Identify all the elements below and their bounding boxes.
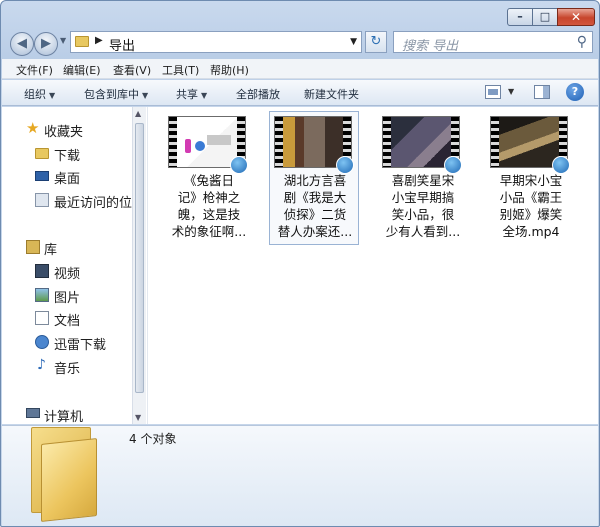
sidebar-item-label: 迅雷下载 — [54, 338, 107, 353]
preview-pane-icon[interactable] — [534, 85, 550, 99]
sidebar-item-computer[interactable]: 计算机 — [2, 403, 132, 424]
recent-pages-dropdown[interactable]: ▼ — [60, 36, 66, 45]
scrollbar-thumb[interactable] — [135, 123, 144, 393]
navigation-pane: ★ 收藏夹 下载 桌面 最近访问的位 库 视频 图片 文档 迅雷下载 ♪ 音乐 … — [2, 107, 147, 424]
file-name: 早期宋小宝 小品《霸王 别姬》爆笑 全场.mp4 — [499, 173, 563, 239]
thunder-download-icon — [35, 335, 49, 349]
sidebar-item-label: 计算机 — [44, 410, 84, 424]
play-all-button[interactable]: 全部播放 — [236, 86, 280, 102]
include-in-library-label: 包含到库中 — [84, 88, 139, 101]
star-icon: ★ — [26, 119, 40, 137]
minimize-icon: – — [517, 10, 523, 23]
sidebar-item-thunder-download[interactable]: 迅雷下载 — [2, 331, 132, 353]
film-strip-icon — [491, 117, 499, 167]
film-strip-icon — [383, 117, 391, 167]
sidebar-item-label: 下载 — [54, 149, 81, 164]
menu-edit[interactable]: 编辑(E) — [63, 62, 101, 78]
close-icon: ✕ — [570, 10, 582, 24]
documents-library-icon — [35, 311, 49, 325]
computer-icon — [26, 408, 40, 418]
desktop-icon — [35, 171, 49, 181]
change-view-icon[interactable] — [485, 85, 501, 99]
help-icon[interactable]: ? — [566, 83, 584, 101]
thumbnail-image — [283, 117, 343, 167]
sidebar-item-label: 音乐 — [54, 362, 81, 377]
maximize-icon: □ — [539, 10, 551, 23]
sidebar-item-label: 收藏夹 — [44, 125, 84, 140]
sidebar-item-pictures[interactable]: 图片 — [2, 284, 132, 306]
back-arrow-icon: ◀ — [17, 36, 27, 51]
thumbnail-image — [391, 117, 451, 167]
file-item-selected[interactable]: 湖北方言喜 剧《我是大 侦探》二货 替人办案还... — [269, 111, 359, 245]
menu-file[interactable]: 文件(F) — [16, 62, 53, 78]
library-icon — [26, 240, 40, 254]
breadcrumb-current[interactable]: 导出 — [109, 35, 135, 54]
file-item[interactable]: 《兔酱日 记》枪神之 魄，这是技 术的象征啊... — [163, 111, 253, 245]
organize-label: 组织 — [24, 88, 46, 101]
search-placeholder: 搜索 导出 — [402, 39, 459, 54]
navigation-scrollbar[interactable]: ▲ ▼ — [132, 107, 146, 424]
sidebar-item-libraries[interactable]: 库 — [2, 236, 132, 258]
sidebar-item-downloads[interactable]: 下载 — [2, 142, 132, 164]
sidebar-item-recent-places[interactable]: 最近访问的位 — [2, 189, 132, 211]
maximize-button[interactable]: □ — [532, 8, 558, 26]
forward-button[interactable]: ▶ — [34, 32, 58, 56]
chevron-down-icon: ▼ — [142, 91, 149, 100]
chevron-down-icon: ▼ — [201, 91, 208, 100]
menu-tools[interactable]: 工具(T) — [162, 62, 199, 78]
sidebar-item-label: 最近访问的位 — [54, 196, 133, 211]
folder-icon — [75, 36, 89, 47]
search-input[interactable]: 搜索 导出 ⚲ — [393, 31, 593, 54]
sidebar-item-label: 图片 — [54, 291, 81, 306]
forward-arrow-icon: ▶ — [41, 36, 51, 51]
folder-icon — [35, 148, 49, 159]
share-label: 共享 — [176, 88, 198, 101]
sidebar-item-desktop[interactable]: 桌面 — [2, 165, 132, 187]
music-library-icon: ♪ — [37, 357, 46, 373]
scroll-up-icon[interactable]: ▲ — [135, 109, 141, 118]
chevron-down-icon: ▼ — [49, 91, 56, 100]
video-library-icon — [35, 264, 49, 278]
view-options-dropdown-icon[interactable]: ▼ — [508, 87, 514, 96]
sidebar-item-favorites[interactable]: ★ 收藏夹 — [2, 118, 132, 140]
organize-button[interactable]: 组织 ▼ — [24, 86, 55, 102]
film-strip-icon — [169, 117, 177, 167]
explorer-window: – □ ✕ ◀ ▶ ▼ ▶ 导出 ▼ ↻ 搜索 导出 ⚲ 文件(F) 编辑(E)… — [0, 0, 600, 527]
file-item[interactable]: 早期宋小宝 小品《霸王 别姬》爆笑 全场.mp4 — [485, 111, 575, 245]
search-icon[interactable]: ⚲ — [577, 34, 587, 50]
scroll-down-icon[interactable]: ▼ — [135, 413, 141, 422]
address-dropdown-icon[interactable]: ▼ — [350, 37, 357, 47]
new-folder-button[interactable]: 新建文件夹 — [304, 86, 359, 102]
menu-bar: 文件(F) 编辑(E) 查看(V) 工具(T) 帮助(H) — [2, 59, 598, 79]
file-name: 喜剧笑星宋 小宝早期搞 笑小品，很 少有人看到... — [385, 173, 461, 239]
film-strip-icon — [275, 117, 283, 167]
breadcrumb-separator-icon[interactable]: ▶ — [95, 35, 103, 46]
share-button[interactable]: 共享 ▼ — [176, 86, 207, 102]
sidebar-item-music[interactable]: ♪ 音乐 — [2, 355, 132, 377]
thumbnail-image — [499, 117, 559, 167]
file-item[interactable]: 喜剧笑星宋 小宝早期搞 笑小品，很 少有人看到... — [377, 111, 467, 245]
pictures-library-icon — [35, 288, 49, 302]
item-count: 4 个对象 — [129, 432, 177, 446]
file-name: 《兔酱日 记》枪神之 魄，这是技 术的象征啊... — [171, 173, 247, 239]
menu-help[interactable]: 帮助(H) — [210, 62, 249, 78]
sidebar-item-documents[interactable]: 文档 — [2, 307, 132, 329]
address-bar[interactable]: ▶ 导出 ▼ — [70, 31, 362, 54]
sidebar-item-label: 库 — [44, 243, 58, 258]
menu-view[interactable]: 查看(V) — [113, 62, 151, 78]
back-button[interactable]: ◀ — [10, 32, 34, 56]
minimize-button[interactable]: – — [507, 8, 533, 26]
close-button[interactable]: ✕ — [557, 8, 595, 26]
file-name: 湖北方言喜 剧《我是大 侦探》二货 替人办案还... — [277, 173, 353, 239]
sidebar-item-label: 视频 — [54, 267, 81, 282]
sidebar-item-label: 文档 — [54, 314, 81, 329]
refresh-button[interactable]: ↻ — [365, 31, 387, 53]
large-folder-icon — [41, 438, 97, 522]
thumbnail-image — [177, 117, 237, 167]
sidebar-item-label: 桌面 — [54, 172, 81, 187]
recent-places-icon — [35, 193, 49, 207]
sidebar-item-videos[interactable]: 视频 — [2, 260, 132, 282]
include-in-library-button[interactable]: 包含到库中 ▼ — [84, 86, 148, 102]
